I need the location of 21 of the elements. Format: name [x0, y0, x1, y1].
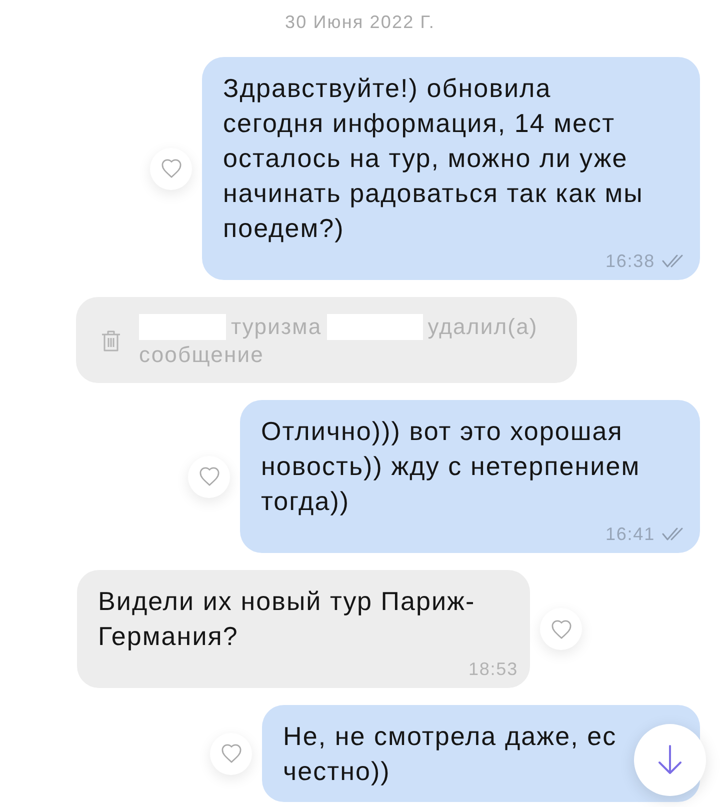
- message-text: Здравствуйте!) обновила сегодня информация, 14 мест осталось на тур, можно ли уже начинать радоваться так как мы поедем?): [223, 72, 644, 245]
- notice-text: сообщение: [139, 341, 264, 369]
- notice-text: удалил(а): [428, 313, 538, 341]
- heart-button[interactable]: [540, 608, 582, 650]
- arrow-down-icon: [658, 745, 682, 775]
- trash-icon: [101, 330, 121, 352]
- heart-icon: [198, 467, 220, 486]
- heart-icon: [160, 159, 182, 178]
- heart-icon: [220, 744, 242, 763]
- heart-button[interactable]: [210, 732, 252, 774]
- notice-text: туризма: [231, 313, 322, 341]
- heart-button[interactable]: [188, 456, 230, 498]
- message-text: Отлично))) вот это хорошая новость)) жду с нетерпением тогда)): [261, 415, 640, 518]
- message-text: Не, не смотрела даже, ес честно)): [283, 720, 617, 788]
- message-time: 16:41: [605, 524, 655, 544]
- message-time: 16:38: [605, 251, 655, 271]
- heart-icon: [550, 620, 572, 638]
- date-label: 30 Июня 2022 Г.: [285, 11, 435, 33]
- heart-button[interactable]: [150, 148, 192, 190]
- message-text: Видели их новый тур Париж- Германия?: [98, 585, 476, 653]
- message-time: 18:53: [468, 659, 518, 679]
